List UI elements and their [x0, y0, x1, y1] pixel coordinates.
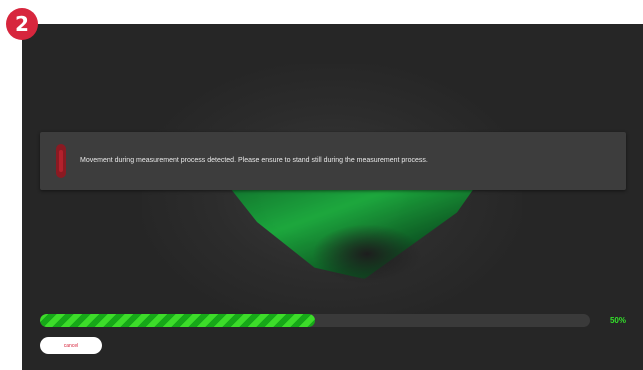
measurement-screen: Movement during measurement process dete… — [22, 24, 643, 370]
scan-shadow — [312, 224, 422, 284]
progress-percent-label: 50% — [609, 316, 626, 325]
alert-message: Movement during measurement process dete… — [80, 157, 428, 164]
warning-bar-icon — [56, 144, 66, 178]
measurement-progress-bar — [40, 314, 590, 327]
movement-warning-alert: Movement during measurement process dete… — [40, 132, 626, 190]
cancel-button[interactable]: cancel — [40, 337, 102, 354]
step-number-badge: 2 — [6, 8, 38, 40]
progress-fill — [40, 314, 315, 327]
